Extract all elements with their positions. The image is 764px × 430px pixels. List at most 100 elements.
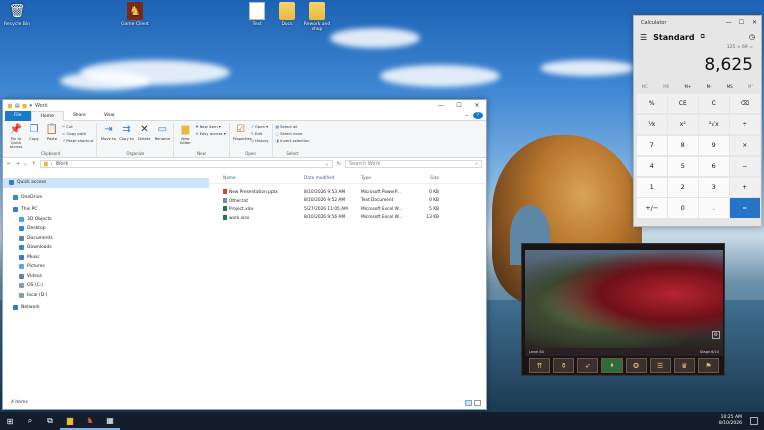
taskbar-calculator[interactable]: ▦ bbox=[100, 412, 120, 430]
column-type[interactable]: Type bbox=[361, 176, 409, 181]
settings-icon[interactable]: ⚙ bbox=[712, 331, 720, 339]
digit-3-key[interactable]: 3 bbox=[699, 177, 729, 197]
add-key[interactable]: + bbox=[730, 177, 760, 197]
tab-view[interactable]: View bbox=[95, 111, 124, 121]
start-button[interactable]: ⊞ bbox=[0, 412, 20, 430]
task-view-button[interactable]: ⧉ bbox=[40, 412, 60, 430]
select-all-button[interactable]: ▦Select all bbox=[276, 123, 310, 130]
digit-6-key[interactable]: 6 bbox=[699, 156, 729, 177]
copy-path-button[interactable]: ▭Copy path bbox=[62, 130, 93, 137]
history-button[interactable]: ◷History bbox=[251, 137, 269, 144]
column-size[interactable]: Size bbox=[409, 176, 439, 181]
memory-list-button[interactable]: M˅ bbox=[748, 84, 753, 89]
breadcrumb[interactable]: Work bbox=[56, 161, 69, 167]
digit-7-key[interactable]: 7 bbox=[637, 135, 667, 156]
subtract-key[interactable]: − bbox=[730, 156, 760, 177]
equals-key[interactable]: = bbox=[730, 198, 760, 218]
file-row[interactable]: New Presentation.pptx 8/10/2026 9:53 AM … bbox=[209, 188, 486, 197]
system-clock[interactable]: 10:25 AM 8/10/2026 bbox=[719, 415, 742, 427]
percent-key[interactable]: % bbox=[637, 94, 667, 114]
skill-slot[interactable]: ⬧ bbox=[601, 358, 623, 373]
nav-item-music[interactable]: Music bbox=[3, 253, 209, 263]
digit-5-key[interactable]: 5 bbox=[668, 156, 698, 177]
properties-icon[interactable]: ▤ bbox=[15, 103, 20, 109]
keep-on-top-icon[interactable]: ⧉ bbox=[701, 33, 705, 41]
nav-item-3d-objects[interactable]: 3D Objects bbox=[3, 215, 209, 225]
skill-slot[interactable]: ⇈ bbox=[529, 358, 551, 373]
memory-add-button[interactable]: M+ bbox=[685, 84, 692, 89]
column-name[interactable]: Name bbox=[209, 176, 304, 181]
nav-item-local-d[interactable]: local (D:) bbox=[3, 291, 209, 301]
new-folder-icon[interactable]: ▆ bbox=[23, 103, 27, 109]
skill-slot[interactable]: ♛ bbox=[673, 358, 695, 373]
tab-share[interactable]: Share bbox=[64, 111, 95, 121]
chevron-down-icon[interactable]: ⌄ bbox=[23, 161, 27, 167]
copy-button[interactable]: ❐ Copy bbox=[26, 123, 42, 141]
tab-file[interactable]: File bbox=[5, 110, 31, 121]
forward-icon[interactable]: → bbox=[15, 161, 19, 167]
taskbar-game[interactable]: ♞ bbox=[80, 412, 100, 430]
digit-2-key[interactable]: 2 bbox=[668, 177, 698, 197]
desktop-icon-docs[interactable]: Docs bbox=[270, 2, 304, 27]
properties-button[interactable]: ☑ Properties bbox=[233, 123, 252, 141]
nav-item-documents[interactable]: Documents bbox=[3, 234, 209, 244]
large-icons-view-icon[interactable] bbox=[474, 400, 481, 406]
search-input[interactable]: Search Work ⌕ bbox=[345, 160, 482, 168]
open-button[interactable]: ↗Open ▾ bbox=[251, 123, 269, 130]
history-icon[interactable]: ◷ bbox=[749, 33, 755, 41]
delete-button[interactable]: ✕ Delete bbox=[136, 123, 152, 141]
memory-clear-button[interactable]: MC bbox=[642, 84, 648, 89]
nav-item-videos[interactable]: Videos bbox=[3, 272, 209, 282]
skill-slot[interactable]: ☰ bbox=[649, 358, 671, 373]
chevron-down-icon[interactable]: ▾ bbox=[29, 103, 32, 109]
address-bar[interactable]: ▆ › Work ⌄ bbox=[39, 160, 333, 168]
desktop-icon-text[interactable]: Text bbox=[240, 2, 274, 27]
negate-key[interactable]: +/− bbox=[637, 198, 667, 218]
chevron-down-icon[interactable]: ⌄ bbox=[461, 111, 473, 121]
tab-home[interactable]: Home bbox=[30, 110, 64, 121]
close-button[interactable]: ✕ bbox=[468, 102, 486, 109]
help-icon[interactable]: ? bbox=[472, 112, 483, 119]
minimize-button[interactable]: — bbox=[722, 19, 735, 26]
cut-button[interactable]: ✂Cut bbox=[62, 123, 93, 130]
new-item-button[interactable]: ✚New item ▾ bbox=[195, 123, 225, 130]
file-row[interactable]: Other.txt 8/10/2026 9:52 AM Text Documen… bbox=[209, 197, 486, 206]
divide-key[interactable]: ÷ bbox=[730, 114, 760, 135]
reciprocal-key[interactable]: ⅟x bbox=[637, 114, 667, 135]
desktop-icon-rework[interactable]: Rework and shop bbox=[300, 2, 334, 32]
skill-slot[interactable]: ⚱ bbox=[553, 358, 575, 373]
skill-slot[interactable]: ⚑ bbox=[697, 358, 719, 373]
file-row[interactable]: work.xlsx 8/10/2026 9:56 AM Microsoft Ex… bbox=[209, 214, 486, 223]
maximize-button[interactable]: ☐ bbox=[450, 102, 468, 109]
paste-shortcut-button[interactable]: ↗Paste shortcut bbox=[62, 137, 93, 144]
backspace-key[interactable]: ⌫ bbox=[730, 94, 760, 114]
digit-4-key[interactable]: 4 bbox=[637, 156, 667, 177]
notifications-icon[interactable] bbox=[750, 417, 758, 425]
digit-9-key[interactable]: 9 bbox=[699, 135, 729, 156]
digit-8-key[interactable]: 8 bbox=[668, 135, 698, 156]
nav-item-pictures[interactable]: Pictures bbox=[3, 262, 209, 272]
pin-quick-access-button[interactable]: 📌 Pin to Quick access bbox=[8, 123, 24, 149]
rename-button[interactable]: ▭ Rename bbox=[154, 123, 171, 141]
memory-recall-button[interactable]: MR bbox=[663, 84, 669, 89]
details-view-icon[interactable] bbox=[465, 400, 472, 406]
decimal-key[interactable]: . bbox=[699, 198, 729, 218]
refresh-icon[interactable]: ↻ bbox=[337, 161, 341, 167]
copy-to-button[interactable]: ⇉ Copy to bbox=[118, 123, 134, 141]
nav-item-quick-access[interactable]: Quick access bbox=[3, 178, 209, 188]
nav-item-this-pc[interactable]: This PC bbox=[3, 205, 209, 215]
clear-key[interactable]: C bbox=[699, 94, 729, 114]
minimize-button[interactable]: — bbox=[432, 102, 450, 109]
select-none-button[interactable]: ▢Select none bbox=[276, 130, 310, 137]
game-scene[interactable] bbox=[525, 250, 723, 348]
game-window[interactable]: ⚙ Level 84 Stage 6/10 ⇈ ⚱ ➶ ⬧ ✪ ☰ ♛ ⚑ bbox=[521, 243, 725, 376]
multiply-key[interactable]: × bbox=[730, 135, 760, 156]
maximize-button[interactable]: ☐ bbox=[735, 19, 748, 26]
clear-entry-key[interactable]: CE bbox=[668, 94, 698, 114]
square-key[interactable]: x² bbox=[668, 114, 698, 135]
chevron-down-icon[interactable]: ⌄ bbox=[325, 161, 329, 167]
nav-item-network[interactable]: Network bbox=[3, 303, 209, 313]
nav-item-onedrive[interactable]: OneDrive bbox=[3, 193, 209, 203]
skill-slot[interactable]: ✪ bbox=[625, 358, 647, 373]
memory-subtract-button[interactable]: M- bbox=[707, 84, 712, 89]
